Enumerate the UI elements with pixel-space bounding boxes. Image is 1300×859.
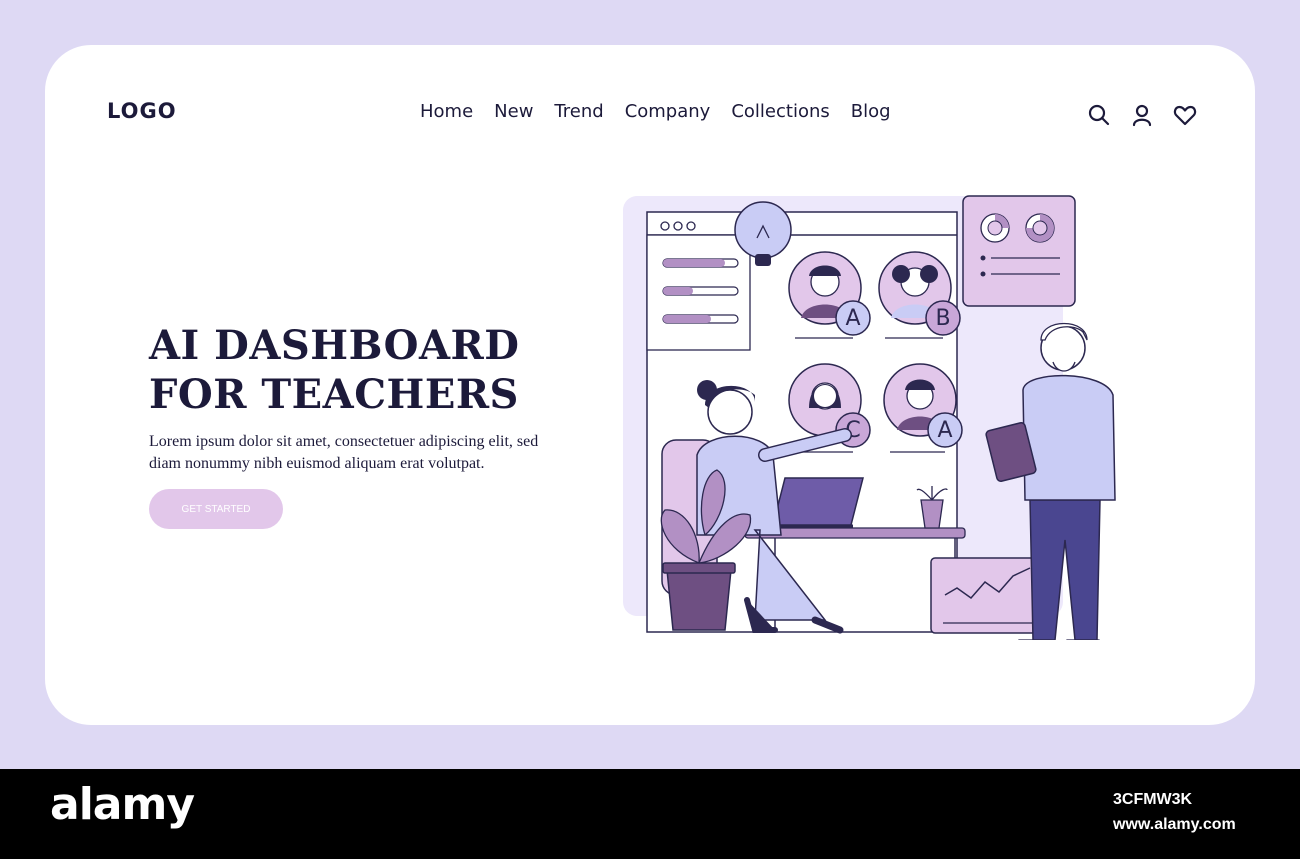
main-nav: Home New Trend Company Collections Blog [420, 101, 912, 122]
donut-chart-card [962, 195, 1076, 307]
landing-card: LOGO Home New Trend Company Collections … [45, 45, 1255, 725]
hero-description: Lorem ipsum dolor sit amet, consectetuer… [149, 433, 539, 472]
nav-new[interactable]: New [494, 101, 533, 122]
watermark-bar: alamy 3CFMW3K www.alamy.com [0, 769, 1300, 859]
dashboard-illustration: A B C A [623, 195, 1116, 640]
get-started-button[interactable]: GET STARTED [149, 489, 283, 529]
nav-company[interactable]: Company [625, 101, 711, 122]
nav-trend[interactable]: Trend [554, 101, 603, 122]
stock-url: www.alamy.com [1113, 816, 1236, 833]
heart-icon[interactable] [1172, 102, 1198, 128]
header-icons [1086, 102, 1198, 128]
search-icon[interactable] [1086, 102, 1112, 128]
nav-blog[interactable]: Blog [851, 101, 891, 122]
nav-home[interactable]: Home [420, 101, 473, 122]
user-icon[interactable] [1129, 102, 1155, 128]
image-id: 3CFMW3K [1113, 791, 1193, 808]
hero-title: AI DASHBOARD FOR TEACHERS [149, 322, 520, 418]
line-chart-card [930, 557, 1046, 634]
grade-badge: A [937, 418, 952, 443]
stock-brand-logo: alamy [50, 779, 195, 830]
logo[interactable]: LOGO [107, 99, 177, 123]
grade-badge: B [935, 306, 950, 331]
nav-collections[interactable]: Collections [731, 101, 829, 122]
grade-badge: A [845, 306, 860, 331]
